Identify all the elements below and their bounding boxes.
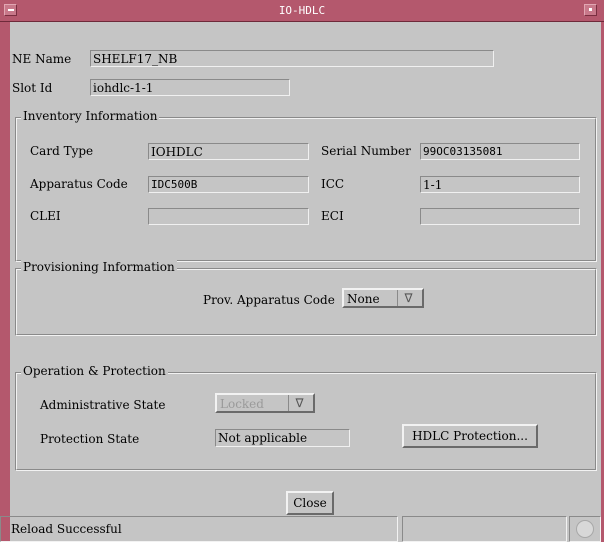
operation-group — [15, 372, 597, 471]
eci-label: ECI — [321, 209, 344, 223]
admin-state-value: Locked — [220, 397, 264, 411]
apparatus-code-label: Apparatus Code — [30, 177, 128, 191]
protection-state-field: Not applicable — [215, 429, 350, 447]
serial-number-label: Serial Number — [321, 144, 411, 158]
dropdown-arrow-icon: ∇ — [397, 290, 419, 306]
apparatus-code-field: IDC500B — [148, 176, 309, 193]
prov-apparatus-code-label: Prov. Apparatus Code — [203, 293, 335, 307]
card-type-field: IOHDLC — [148, 143, 309, 160]
ne-name-label: NE Name — [12, 52, 72, 66]
minimize-icon[interactable] — [584, 4, 597, 16]
slot-id-field: iohdlc-1-1 — [90, 79, 290, 96]
card-type-label: Card Type — [30, 144, 94, 158]
status-cell-2 — [402, 516, 567, 542]
eci-field — [420, 208, 580, 225]
clei-field — [148, 208, 309, 225]
icc-label: ICC — [321, 177, 345, 191]
admin-state-select[interactable]: Locked ∇ — [215, 393, 315, 413]
hdlc-protection-button[interactable]: HDLC Protection... — [402, 424, 538, 448]
slot-id-label: Slot Id — [12, 81, 53, 95]
inventory-legend: Inventory Information — [21, 109, 160, 123]
dropdown-arrow-icon: ∇ — [288, 395, 310, 411]
dialog-body: NE Name SHELF17_NB Slot Id iohdlc-1-1 In… — [0, 22, 601, 542]
provisioning-legend: Provisioning Information — [21, 260, 177, 274]
clei-label: CLEI — [30, 209, 61, 223]
status-bar: Reload Successful — [0, 516, 601, 542]
status-cell-3 — [569, 516, 601, 542]
status-light-icon — [576, 520, 594, 538]
close-button[interactable]: Close — [286, 491, 334, 515]
ne-name-field: SHELF17_NB — [90, 50, 494, 67]
protection-state-label: Protection State — [40, 432, 140, 446]
window-title: IO-HDLC — [278, 4, 326, 17]
operation-legend: Operation & Protection — [21, 364, 168, 378]
prov-apparatus-code-select[interactable]: None ∇ — [342, 288, 424, 308]
icc-field: 1-1 — [420, 176, 580, 193]
prov-apparatus-code-value: None — [347, 292, 380, 306]
admin-state-label: Administrative State — [40, 398, 166, 412]
window-border-left — [0, 22, 10, 542]
status-message: Reload Successful — [0, 516, 398, 542]
serial-number-field: 99OC03135081 — [420, 143, 580, 160]
title-bar: IO-HDLC — [0, 0, 604, 22]
